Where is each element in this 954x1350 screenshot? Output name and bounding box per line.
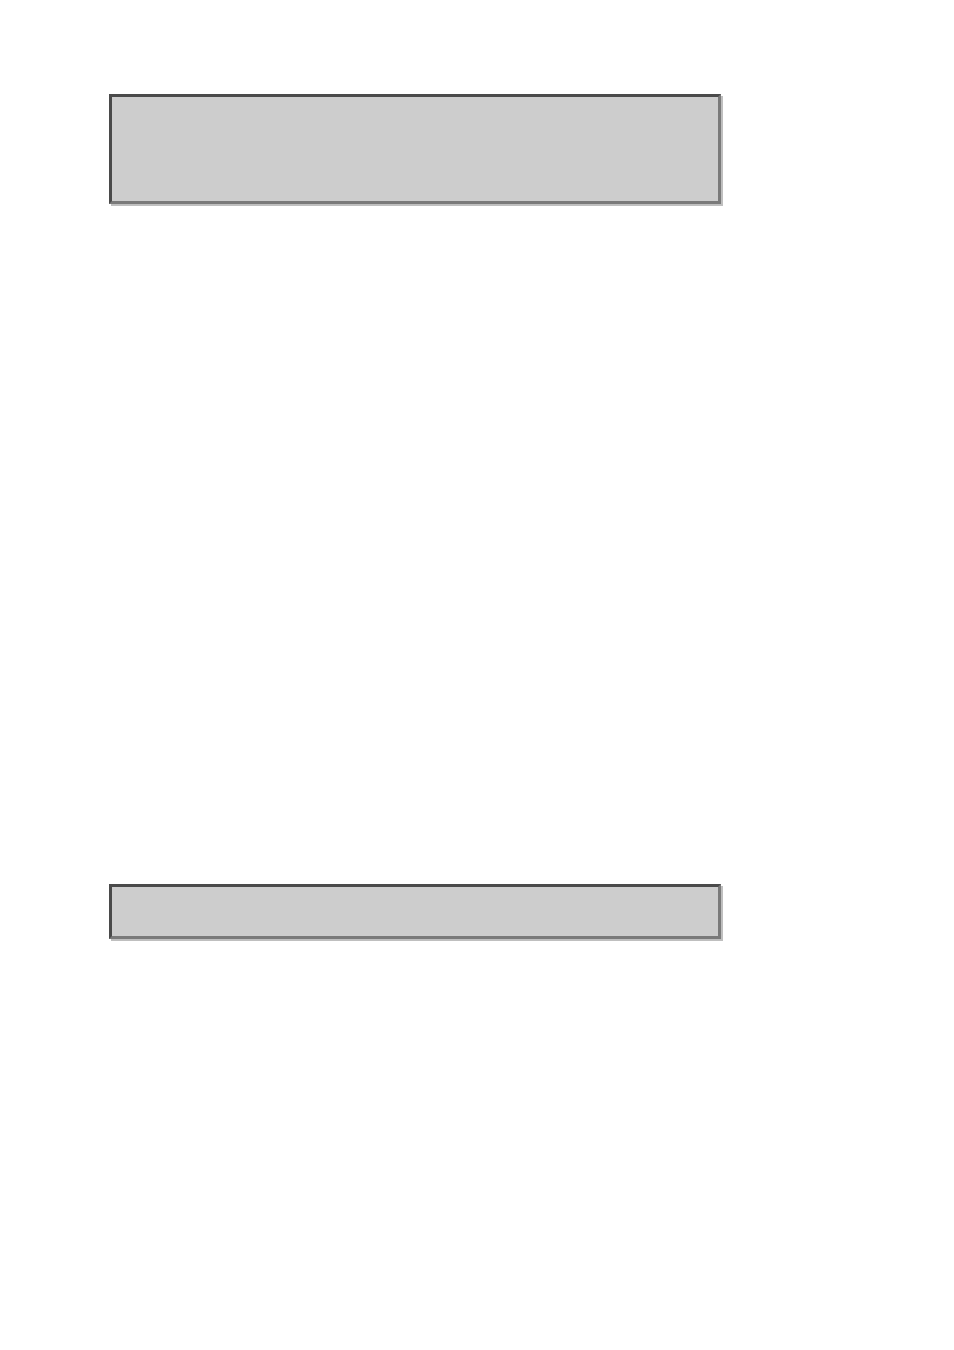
gray-box-bottom (109, 884, 721, 939)
gray-box-top (109, 94, 721, 204)
document-page (0, 0, 954, 1350)
